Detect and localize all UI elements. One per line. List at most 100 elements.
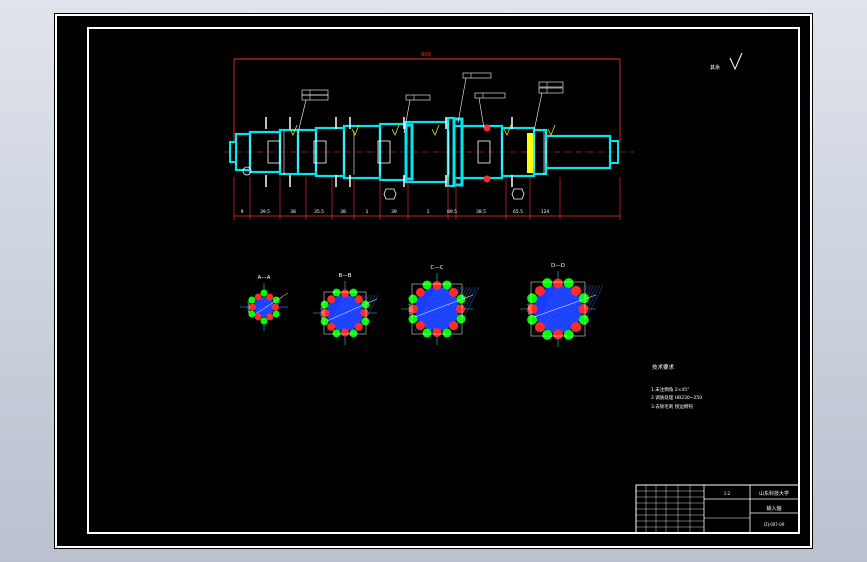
spline-tooth	[341, 328, 349, 337]
spline-tooth-outer	[332, 329, 341, 338]
dim-label: 38.5	[476, 209, 486, 215]
spline-tooth	[254, 313, 262, 321]
spline-tooth-outer	[349, 329, 358, 338]
section-diameter: φ44h6	[247, 301, 251, 312]
spline-tooth	[354, 322, 363, 331]
spline-tooth-outer	[272, 310, 280, 318]
section-1: A—A φ44h6	[240, 275, 289, 331]
title-scale: 1:2	[724, 491, 731, 496]
roughness-mark	[391, 124, 400, 136]
tolerance-frame	[538, 81, 564, 88]
roughness-mark	[547, 124, 556, 136]
dim-label: 39	[391, 209, 397, 215]
roughness-mark	[431, 124, 440, 136]
spline-tooth	[432, 328, 442, 337]
shaft-main-view	[224, 72, 634, 200]
spline-tooth	[415, 321, 425, 331]
leader-line	[533, 92, 543, 132]
spline-tooth	[266, 293, 274, 301]
dim-label: 38	[290, 209, 296, 215]
tolerance-frame	[538, 87, 564, 94]
leader-line	[478, 97, 485, 129]
spline-tooth-outer	[260, 289, 268, 297]
section-label: D—D	[551, 263, 565, 269]
spline-tooth	[449, 321, 459, 331]
tolerance-frame	[405, 94, 431, 101]
spline-tooth-outer	[361, 317, 370, 326]
cad-drawing: 600 其余 9 39.5 38 35.5 38 1 39 1 89.5 38.5 65.5 124 …	[55, 14, 812, 548]
roughness-note: 其余	[710, 52, 743, 71]
spline-tooth-outer	[408, 294, 418, 304]
leader-line	[457, 77, 467, 124]
spline-tooth-outer	[527, 293, 538, 304]
overall-length-label: 600	[421, 52, 431, 58]
spline-tooth	[272, 303, 279, 311]
spline-sections: A—A φ44h6 B—B φ54h6 C—C φ64h6 D—D φ74h6	[240, 263, 604, 347]
tech-note-3: 3.去除毛刺 锐边倒钝	[651, 403, 693, 410]
spline-tooth-outer	[542, 278, 553, 289]
section-label: C—C	[430, 265, 443, 271]
title-drawing-no: LTJ-007-09	[764, 522, 785, 527]
spline-tooth-outer	[542, 329, 553, 340]
spline-tooth	[553, 278, 563, 289]
spline-tooth-outer	[442, 280, 452, 290]
spline-tooth	[571, 285, 582, 296]
spline-tooth	[415, 287, 425, 297]
inner-frame	[87, 27, 800, 534]
roughness-mark	[503, 124, 512, 136]
dim-label: 1	[366, 209, 369, 215]
spline-tooth	[360, 309, 369, 317]
dim-label: 65.5	[513, 209, 523, 215]
tolerance-frame	[301, 94, 329, 101]
spline-tooth	[534, 322, 545, 333]
title-school: 山东科技大学	[759, 490, 789, 497]
section-2: B—B φ54h6	[313, 273, 379, 345]
technical-requirements: 技术要求 1.未注倒角 2×45° 2.调质处理 HB230~250 3.去除毛…	[651, 363, 702, 410]
hex-symbol	[383, 188, 397, 200]
section-diameter: φ74h6	[527, 303, 531, 314]
spline-tooth	[571, 322, 582, 333]
section-4: D—D φ74h6	[520, 263, 604, 347]
hex-symbol	[511, 188, 525, 200]
tolerance-frame	[474, 92, 506, 99]
title-block: 山东科技大学 输入轴 1:2 LTJ-007-09	[635, 484, 800, 534]
dim-label: 1	[427, 209, 430, 215]
spline-tooth	[553, 329, 563, 340]
drawing-sheet: 600 其余 9 39.5 38 35.5 38 1 39 1 89.5 38.5 65.5 124 …	[54, 13, 813, 549]
marker-dot-bottom	[483, 175, 491, 183]
tech-title: 技术要求	[652, 363, 675, 371]
spline-tooth-outer	[332, 288, 341, 297]
spline-tooth-outer	[563, 329, 574, 340]
bottom-dimension-chain: 9 39.5 38 35.5 38 1 39 1 89.5 38.5 65.5 124	[233, 177, 621, 220]
spline-tooth	[578, 304, 589, 314]
highlight-section	[527, 133, 533, 173]
spline-tooth	[534, 285, 545, 296]
spline-tooth-outer	[361, 300, 370, 309]
leader-annotations	[289, 72, 564, 136]
spline-tooth-outer	[456, 294, 466, 304]
spline-tooth	[354, 295, 363, 304]
spline-tooth	[327, 295, 336, 304]
tech-note-1: 1.未注倒角 2×45°	[651, 386, 689, 393]
outer-frame	[55, 14, 812, 548]
spline-tooth	[254, 293, 262, 301]
spline-tooth-outer	[320, 300, 329, 309]
spline-tooth	[327, 322, 336, 331]
spline-tooth-outer	[442, 328, 452, 338]
tolerance-frame	[462, 72, 492, 79]
tolerance-frame	[301, 89, 329, 96]
section-diameter: φ64h6	[408, 303, 412, 314]
dim-label: 38	[340, 209, 346, 215]
title-part-name: 输入轴	[766, 505, 781, 512]
spline-tooth	[266, 313, 274, 321]
marker-dot-top	[483, 124, 491, 132]
spline-tooth-outer	[422, 328, 432, 338]
section-3: C—C φ64h6	[401, 265, 480, 345]
spline-tooth-outer	[260, 317, 268, 325]
spline-tooth-outer	[563, 278, 574, 289]
dim-label: 9	[241, 209, 244, 215]
spline-tooth	[432, 281, 442, 290]
spline-tooth	[341, 289, 349, 298]
dim-label: 35.5	[314, 209, 324, 215]
section-label: A—A	[257, 275, 270, 281]
